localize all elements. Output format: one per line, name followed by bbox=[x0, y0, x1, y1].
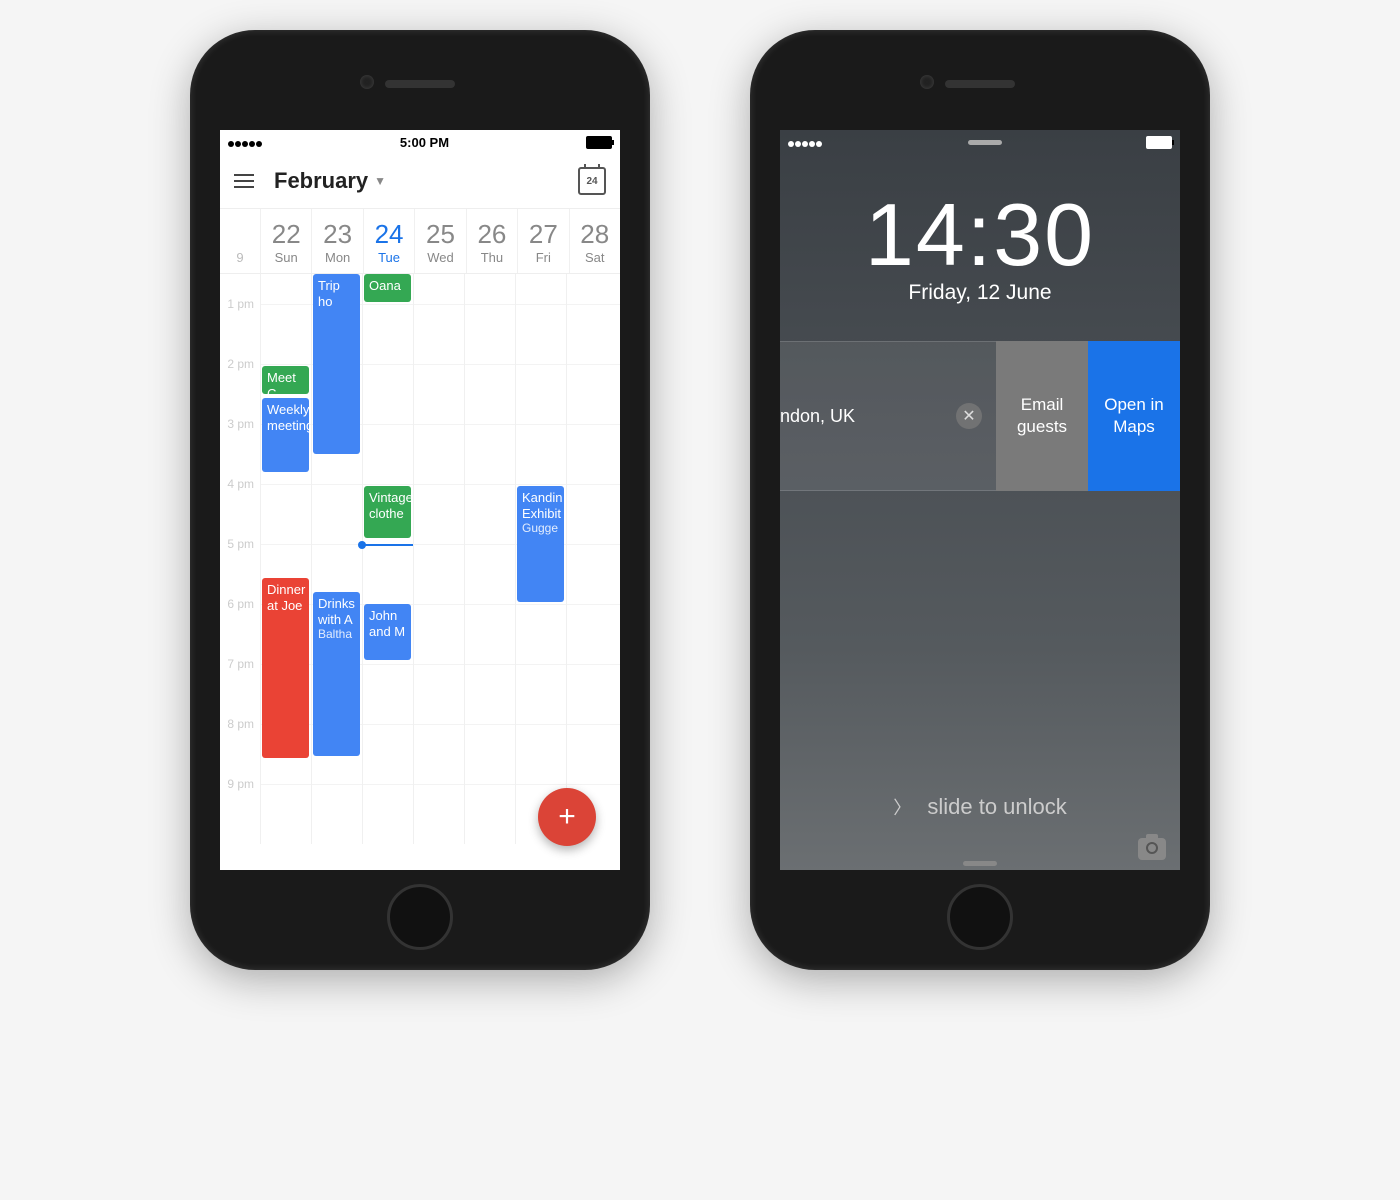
days-header-row: 9 22 Sun 23 Mon 24 Tue 25 Wed 26 Thu bbox=[220, 209, 620, 274]
battery-icon bbox=[1146, 136, 1172, 149]
event-weekly[interactable]: Weekly meeting bbox=[262, 398, 309, 472]
signal-dots-icon bbox=[228, 135, 263, 150]
lock-time: 14:30 bbox=[780, 184, 1180, 286]
notification-body[interactable]: ndon, UK ✕ bbox=[780, 341, 996, 491]
notification-location: ndon, UK bbox=[780, 406, 855, 427]
grabber-icon[interactable] bbox=[963, 861, 997, 866]
status-bar: 5:00 PM bbox=[220, 130, 620, 154]
notification-row[interactable]: ndon, UK ✕ Email guests Open in Maps bbox=[780, 341, 1180, 491]
add-event-fab[interactable]: + bbox=[538, 788, 596, 846]
status-bar bbox=[780, 130, 1180, 154]
event-trip[interactable]: Trip ho bbox=[313, 274, 360, 454]
slide-to-unlock[interactable]: 〉 slide to unlock bbox=[780, 794, 1180, 820]
day-header-today[interactable]: 24 Tue bbox=[363, 209, 414, 273]
day-header[interactable]: 23 Mon bbox=[311, 209, 362, 273]
close-icon[interactable]: ✕ bbox=[956, 403, 982, 429]
grabber-icon[interactable] bbox=[968, 140, 1002, 145]
lock-date: Friday, 12 June bbox=[780, 281, 1180, 305]
caret-down-icon: ▼ bbox=[374, 174, 386, 188]
open-in-maps-button[interactable]: Open in Maps bbox=[1088, 341, 1180, 491]
today-icon[interactable]: 24 bbox=[578, 167, 606, 195]
week-number: 9 bbox=[220, 209, 260, 273]
statusbar-time: 5:00 PM bbox=[400, 135, 449, 150]
event-dinner[interactable]: Dinner at Joe bbox=[262, 578, 309, 758]
day-header[interactable]: 26 Thu bbox=[466, 209, 517, 273]
signal-dots-icon bbox=[788, 135, 823, 150]
day-header[interactable]: 22 Sun bbox=[260, 209, 311, 273]
day-header[interactable]: 28 Sat bbox=[569, 209, 620, 273]
event-kandin[interactable]: Kandin Exhibit Gugge bbox=[517, 486, 564, 602]
event-vintage[interactable]: Vintage clothe bbox=[364, 486, 411, 538]
event-oana[interactable]: Oana bbox=[364, 274, 411, 302]
month-label: February bbox=[274, 168, 368, 194]
camera-icon[interactable] bbox=[1138, 838, 1166, 860]
month-dropdown[interactable]: February ▼ bbox=[274, 168, 386, 194]
event-meet[interactable]: Meet C bbox=[262, 366, 309, 394]
phone-frame-right: 14:30 Friday, 12 June ndon, UK ✕ Email g… bbox=[750, 30, 1210, 970]
now-indicator-dot bbox=[358, 541, 366, 549]
day-header[interactable]: 25 Wed bbox=[414, 209, 465, 273]
calendar-grid[interactable]: Meet C Weekly meeting Dinner at Joe Trip… bbox=[260, 274, 620, 844]
event-drinks[interactable]: Drinks with A Baltha bbox=[313, 592, 360, 756]
time-gutter: 1 pm 2 pm 3 pm 4 pm 5 pm 6 pm 7 pm 8 pm … bbox=[220, 274, 260, 844]
menu-icon[interactable] bbox=[234, 174, 254, 188]
home-button[interactable] bbox=[387, 884, 453, 950]
battery-icon bbox=[586, 136, 612, 149]
calendar-header: February ▼ 24 bbox=[220, 154, 620, 209]
now-indicator bbox=[362, 544, 413, 546]
home-button[interactable] bbox=[947, 884, 1013, 950]
event-john[interactable]: John and M bbox=[364, 604, 411, 660]
email-guests-button[interactable]: Email guests bbox=[996, 341, 1088, 491]
chevron-right-icon: 〉 bbox=[893, 798, 911, 818]
lock-screen: 14:30 Friday, 12 June ndon, UK ✕ Email g… bbox=[780, 130, 1180, 870]
calendar-screen: 5:00 PM February ▼ 24 9 22 Sun 23 Mon 24 bbox=[220, 130, 620, 870]
day-header[interactable]: 27 Fri bbox=[517, 209, 568, 273]
phone-frame-left: 5:00 PM February ▼ 24 9 22 Sun 23 Mon 24 bbox=[190, 30, 650, 970]
calendar-body[interactable]: 1 pm 2 pm 3 pm 4 pm 5 pm 6 pm 7 pm 8 pm … bbox=[220, 274, 620, 844]
